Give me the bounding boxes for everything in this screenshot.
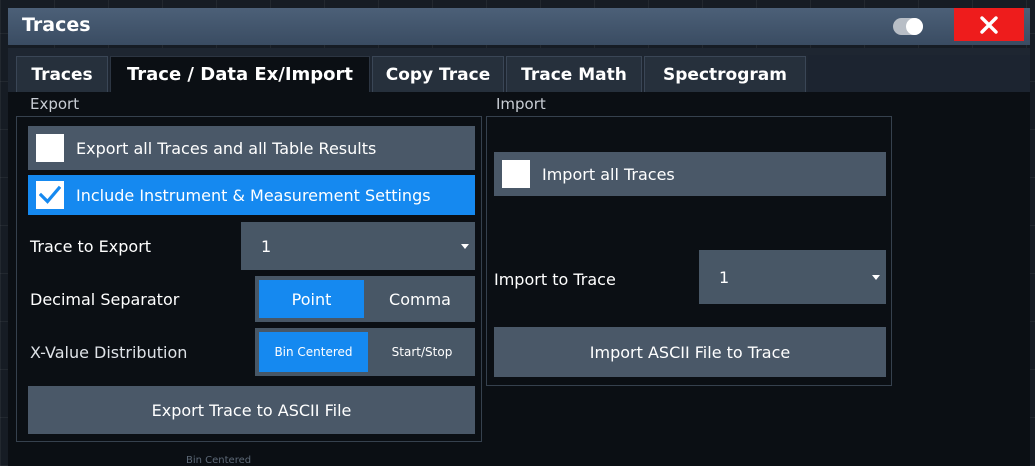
import-ascii-file-button[interactable]: Import ASCII File to Trace <box>494 327 886 377</box>
export-all-checkbox-box <box>36 134 64 162</box>
trace-to-export-label: Trace to Export <box>30 237 152 256</box>
tab-traces[interactable]: Traces <box>16 56 108 92</box>
dialog-title: Traces <box>22 14 91 36</box>
import-all-checkbox-box <box>502 160 530 188</box>
include-settings-checkbox-box <box>36 181 64 209</box>
import-all-traces-checkbox[interactable]: Import all Traces <box>494 152 886 196</box>
dialog-title-bar: Traces <box>8 8 1030 45</box>
tab-trace-data-ex-import[interactable]: Trace / Data Ex/Import <box>110 56 370 92</box>
start-stop-option[interactable]: Start/Stop <box>371 332 473 372</box>
import-section-label: Import <box>496 95 546 113</box>
tab-spectrogram[interactable]: Spectrogram <box>644 56 806 92</box>
background-ghost-label: Bin Centered <box>186 455 252 466</box>
close-icon <box>980 15 998 34</box>
export-all-traces-checkbox[interactable]: Export all Traces and all Table Results <box>28 126 475 170</box>
decimal-comma-option[interactable]: Comma <box>367 280 473 318</box>
tab-trace-math[interactable]: Trace Math <box>506 56 642 92</box>
chevron-down-icon <box>872 275 880 280</box>
chevron-down-icon <box>461 244 469 249</box>
export-all-label: Export all Traces and all Table Results <box>76 138 377 158</box>
include-settings-label: Include Instrument & Measurement Setting… <box>76 185 431 205</box>
close-button[interactable] <box>954 8 1024 41</box>
transparency-toggle[interactable] <box>893 18 923 35</box>
export-trace-to-ascii-button[interactable]: Export Trace to ASCII File <box>28 386 475 434</box>
import-to-trace-value: 1 <box>719 267 730 287</box>
import-to-trace-dropdown[interactable]: 1 <box>699 250 886 304</box>
include-settings-checkbox[interactable]: Include Instrument & Measurement Setting… <box>28 175 475 215</box>
trace-to-export-value: 1 <box>261 236 272 256</box>
tab-strip-filler <box>808 55 1030 92</box>
import-to-trace-label: Import to Trace <box>494 270 616 289</box>
tab-copy-trace[interactable]: Copy Trace <box>372 56 504 92</box>
import-all-label: Import all Traces <box>542 164 675 184</box>
checkmark-icon <box>39 185 61 204</box>
decimal-separator-switch: Point Comma <box>255 276 475 322</box>
x-value-distribution-switch: Bin Centered Start/Stop <box>255 328 475 376</box>
trace-to-export-dropdown[interactable]: 1 <box>241 222 475 270</box>
decimal-point-option[interactable]: Point <box>259 280 364 318</box>
toggle-knob <box>906 18 923 35</box>
export-section-label: Export <box>30 95 80 113</box>
x-value-distribution-label: X-Value Distribution <box>30 343 188 362</box>
bin-centered-option[interactable]: Bin Centered <box>259 332 368 372</box>
decimal-separator-label: Decimal Separator <box>30 290 180 309</box>
